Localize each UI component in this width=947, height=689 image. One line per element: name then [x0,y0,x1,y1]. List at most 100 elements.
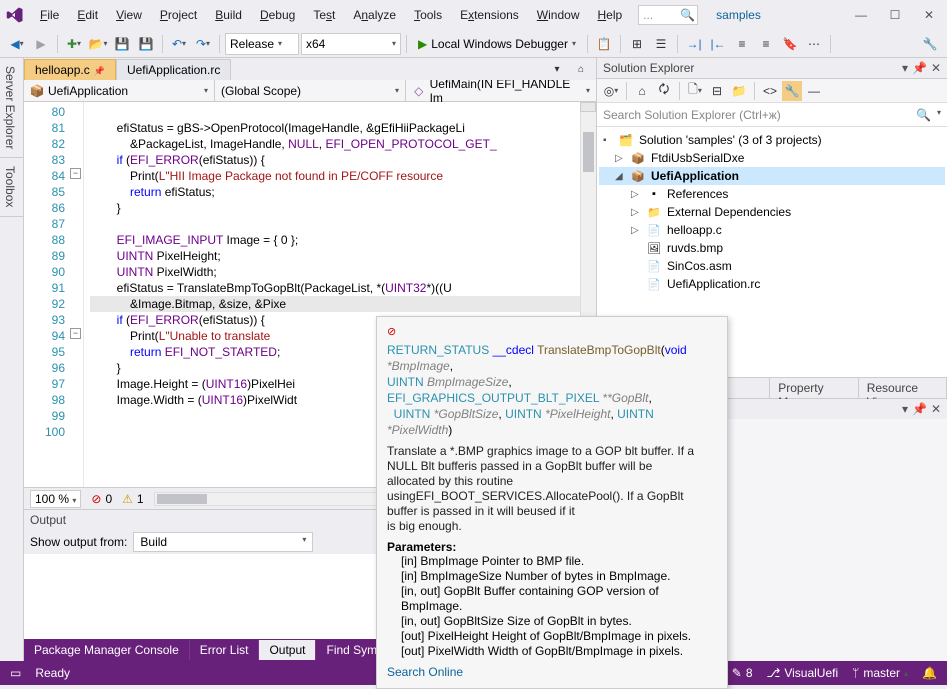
tb-icon-2[interactable]: ⊞ [626,33,648,55]
expand-arrow-icon[interactable]: ▷ [631,207,643,218]
close-button[interactable]: ✕ [915,3,943,27]
bottom-tab[interactable]: Package Manager Console [24,640,190,660]
property-tab[interactable]: Resource Vi... [859,378,947,398]
se-home-icon[interactable]: ⌂ [632,81,652,101]
toolbox-tab[interactable]: Toolbox [0,158,23,216]
tab-home-icon[interactable]: ⌂ [570,58,592,80]
bottom-tab[interactable]: Error List [190,640,260,660]
undo-button[interactable]: ↶▾ [168,33,190,55]
tree-row[interactable]: 📄UefiApplication.rc [599,275,945,293]
warning-count[interactable]: ⚠ 1 [122,492,143,506]
bookmark-icon[interactable]: 🔖 [779,33,801,55]
code-nav-bar: 📦UefiApplication▾ (Global Scope)▾ ◇UefiM… [24,80,596,102]
menu-extensions[interactable]: Extensions [452,4,527,26]
tab-dropdown-icon[interactable]: ▾ [546,58,568,80]
se-back-icon[interactable]: ◎▾ [601,81,621,101]
tb-icon-8[interactable]: ⋯ [803,33,825,55]
search-online-link[interactable]: Search Online [387,665,463,679]
redo-button[interactable]: ↷▾ [192,33,214,55]
tree-row[interactable]: ▷📁External Dependencies [599,203,945,221]
nav-fwd-button[interactable]: ▶ [30,33,52,55]
se-viewcode-icon[interactable]: <> [760,81,780,101]
indent-inc-icon[interactable]: →| [683,33,705,55]
pin-icon[interactable]: 📌 [912,402,927,416]
chevron-down-icon[interactable]: ▾ [937,108,941,122]
notifications-icon[interactable]: 🔔 [922,666,937,680]
menu-help[interactable]: Help [589,4,630,26]
menu-edit[interactable]: Edit [69,4,106,26]
close-icon[interactable]: ✕ [931,402,941,416]
doc-tab-helloapp[interactable]: helloapp.c📌 [24,59,116,80]
tree-row[interactable]: ◢📦UefiApplication [599,167,945,185]
expand-arrow-icon[interactable]: ◢ [615,171,627,182]
menu-window[interactable]: Window [529,4,588,26]
menu-project[interactable]: Project [152,4,205,26]
indent-dec-icon[interactable]: |← [707,33,729,55]
se-sync-icon[interactable]: 🗘 [654,81,674,101]
nav-back-button[interactable]: ◀▾ [6,33,28,55]
solution-name[interactable]: samples [708,6,769,24]
minimize-button[interactable]: — [847,3,875,27]
start-debug-button[interactable]: ▶Local Windows Debugger▾ [412,33,582,55]
solution-explorer-title[interactable]: Solution Explorer ▾📌✕ [597,58,947,79]
config-dropdown[interactable]: Release▾ [225,33,299,55]
server-explorer-tab[interactable]: Server Explorer [0,58,23,158]
tree-row[interactable]: ▷📄helloapp.c [599,221,945,239]
status-repo[interactable]: ⎇VisualUefi [767,666,839,680]
dropdown-icon[interactable]: ▾ [902,61,908,75]
save-button[interactable]: 💾 [111,33,133,55]
expand-arrow-icon[interactable]: ▪ [603,135,615,146]
quick-launch[interactable]: ... 🔍 [638,5,698,25]
property-tab[interactable]: Property Ma... [770,378,858,398]
menu-test[interactable]: Test [305,4,343,26]
menu-file[interactable]: File [32,4,67,26]
pin-icon[interactable]: 📌 [912,61,927,75]
tree-row[interactable]: ▪🗂️Solution 'samples' (3 of 3 projects) [599,131,945,149]
split-icon[interactable] [580,102,596,112]
open-file-button[interactable]: 📂▾ [87,33,109,55]
maximize-button[interactable]: ☐ [881,3,909,27]
save-all-button[interactable]: 💾 [135,33,157,55]
pin-icon[interactable]: 📌 [94,66,105,76]
menu-debug[interactable]: Debug [252,4,303,26]
se-collapse-icon[interactable]: ⊟ [707,81,727,101]
bottom-tab[interactable]: Output [259,640,316,660]
settings-icon[interactable]: 🔧 [919,33,941,55]
expand-arrow-icon[interactable]: ▷ [631,225,643,236]
fold-icon[interactable]: − [70,328,81,339]
dropdown-icon[interactable]: ▾ [902,402,908,416]
new-project-button[interactable]: ✚▾ [63,33,85,55]
menu-build[interactable]: Build [207,4,250,26]
expand-arrow-icon[interactable]: ▷ [615,153,627,164]
status-branch[interactable]: ᛘmaster▴ [852,666,908,680]
uncomment-icon[interactable]: ≡ [755,33,777,55]
comment-icon[interactable]: ≡ [731,33,753,55]
se-showfiles-icon[interactable]: 📁 [729,81,749,101]
tree-row[interactable]: 🖼ruvds.bmp [599,239,945,257]
error-count[interactable]: ⊘ 0 [91,492,112,506]
platform-dropdown[interactable]: x64▾ [301,33,401,55]
menu-view[interactable]: View [108,4,150,26]
nav-member-dropdown[interactable]: ◇UefiMain(IN EFI_HANDLE Im▾ [406,80,596,101]
main-toolbar: ◀▾ ▶ ✚▾ 📂▾ 💾 💾 ↶▾ ↷▾ Release▾ x64▾ ▶Loca… [0,30,947,58]
tree-row[interactable]: 📄SinCos.asm [599,257,945,275]
se-refresh-icon[interactable]: 🗋▾ [685,81,705,101]
menu-analyze[interactable]: Analyze [345,4,404,26]
status-changes[interactable]: ✎8 [732,666,753,680]
tb-icon-3[interactable]: ☰ [650,33,672,55]
tree-row[interactable]: ▷▪References [599,185,945,203]
output-source-dropdown[interactable]: Build▾ [133,532,313,552]
expand-arrow-icon[interactable]: ▷ [631,189,643,200]
fold-icon[interactable]: − [70,168,81,179]
menu-tools[interactable]: Tools [406,4,450,26]
tree-row[interactable]: ▷📦FtdiUsbSerialDxe [599,149,945,167]
nav-scope-dropdown[interactable]: (Global Scope)▾ [215,80,406,101]
doc-tab-uefiapprc[interactable]: UefiApplication.rc [116,59,231,80]
zoom-dropdown[interactable]: 100 % ▾ [30,490,81,508]
nav-project-dropdown[interactable]: 📦UefiApplication▾ [24,80,215,101]
solution-explorer-search[interactable]: Search Solution Explorer (Ctrl+ж) 🔍▾ [597,103,947,127]
se-preview-icon[interactable]: — [804,81,824,101]
se-properties-icon[interactable]: 🔧 [782,81,802,101]
tb-icon-1[interactable]: 📋 [593,33,615,55]
close-icon[interactable]: ✕ [931,61,941,75]
